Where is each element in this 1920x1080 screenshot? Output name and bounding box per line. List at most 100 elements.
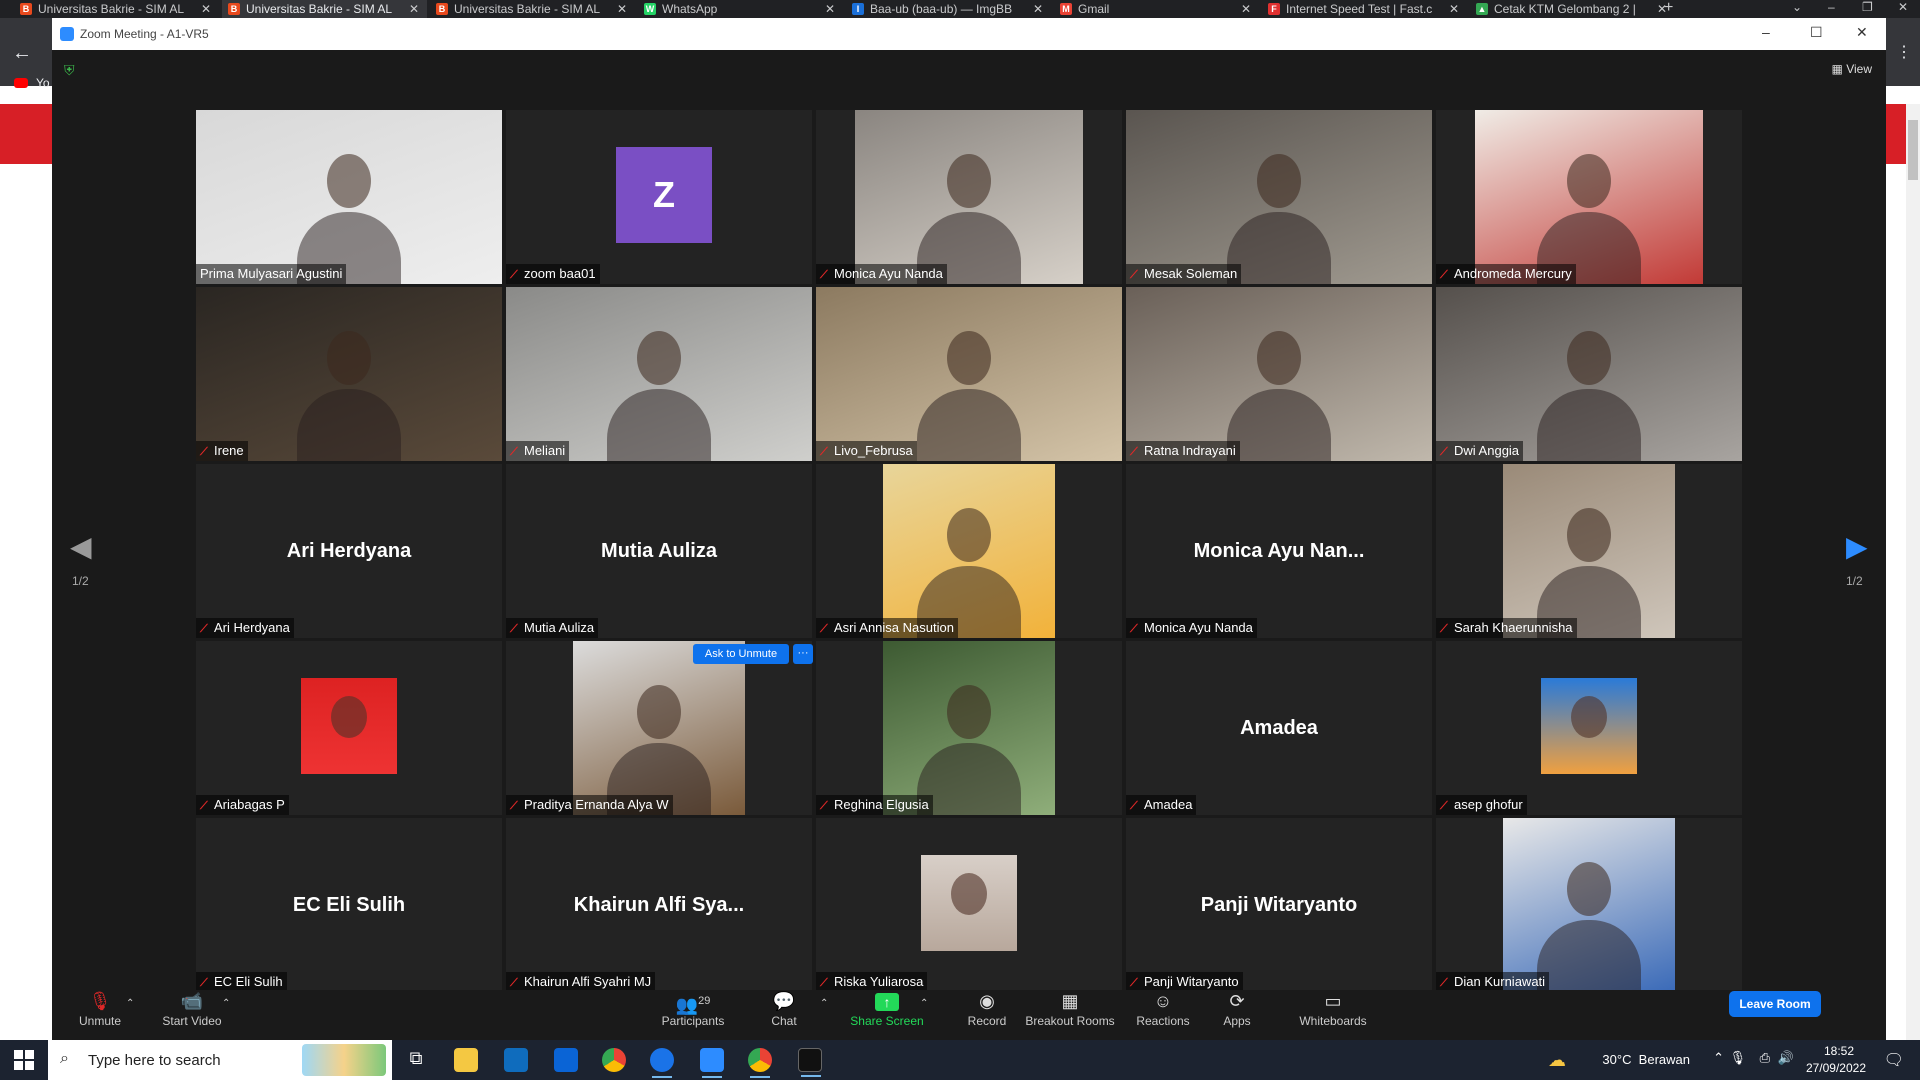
participant-tile[interactable]: ⟋ Reghina Elgusia (816, 641, 1122, 815)
mail-icon[interactable] (554, 1048, 578, 1072)
browser-tab[interactable]: B Universitas Bakrie - SIM AL ✕ (222, 0, 427, 18)
network-icon[interactable]: ⎙ (1760, 1050, 1770, 1066)
taskbar-search-box[interactable]: ⌕ Type here to search (48, 1040, 392, 1080)
participant-tile[interactable]: Ari Herdyana ⟋ Ari Herdyana (196, 464, 502, 638)
clock-time[interactable]: 18:52 (1824, 1044, 1854, 1058)
chrome-icon[interactable] (602, 1048, 626, 1072)
clock-date[interactable]: 27/09/2022 (1806, 1061, 1866, 1075)
share-screen-label: Share Screen (850, 1014, 924, 1028)
previous-page-arrow-icon[interactable]: ◀ (70, 530, 92, 563)
back-arrow-icon[interactable]: ← (12, 42, 32, 65)
participant-tile[interactable]: ⟋ asep ghofur (1436, 641, 1742, 815)
close-icon[interactable]: ✕ (1898, 0, 1908, 14)
chrome-profile-icon[interactable] (748, 1048, 772, 1078)
more-options-button[interactable]: ··· (793, 644, 813, 664)
minimize-icon[interactable]: – (1828, 0, 1835, 14)
browser-tab[interactable]: I Baa-ub (baa-ub) — ImgBB ✕ (846, 0, 1051, 18)
participant-tile[interactable]: Mutia Auliza ⟋ Mutia Auliza (506, 464, 812, 638)
record-button[interactable]: ◉ Record (952, 990, 1022, 1028)
tab-close-icon[interactable]: ✕ (617, 0, 627, 18)
participant-tile[interactable]: ⟋ Asri Annisa Nasution (816, 464, 1122, 638)
maximize-icon[interactable]: ☐ (1810, 24, 1823, 41)
file-explorer-icon[interactable] (454, 1048, 478, 1072)
zoom-taskbar-icon[interactable] (700, 1048, 724, 1078)
windows-start-icon[interactable] (14, 1050, 34, 1070)
browser-menu-icon[interactable]: ⋮ (1896, 42, 1912, 62)
participant-tile[interactable]: ⟋ Ariabagas P (196, 641, 502, 815)
chevron-down-icon[interactable]: ⌄ (1792, 0, 1802, 14)
tray-expand-icon[interactable]: ⌃ (1713, 1050, 1724, 1066)
tab-close-icon[interactable]: ✕ (1241, 0, 1251, 18)
participant-tile[interactable]: ⟋ Praditya Ernanda Alya W (506, 641, 812, 815)
weather-text[interactable]: 30°C Berawan (1602, 1052, 1690, 1067)
share-screen-button[interactable]: ↑ Share Screen (842, 990, 932, 1028)
restore-icon[interactable]: ❐ (1862, 0, 1873, 14)
minimize-icon[interactable]: – (1762, 24, 1770, 40)
teamviewer-icon[interactable] (650, 1048, 674, 1078)
participant-tile[interactable]: ⟋ Irene (196, 287, 502, 461)
participants-button[interactable]: 👥29 Participants (648, 990, 738, 1028)
microsoft-store-icon[interactable] (504, 1048, 528, 1072)
tab-close-icon[interactable]: ✕ (1033, 0, 1043, 18)
participant-tile[interactable]: ⟋ Monica Ayu Nanda (816, 110, 1122, 284)
terminal-icon[interactable] (798, 1048, 822, 1077)
participant-tile[interactable]: ⟋ Andromeda Mercury (1436, 110, 1742, 284)
participant-tile[interactable]: ⟋ Dian Kurniawati (1436, 818, 1742, 992)
whiteboards-button[interactable]: ▭ Whiteboards (1288, 990, 1378, 1028)
breakout-rooms-button[interactable]: ▦ Breakout Rooms (1018, 990, 1122, 1028)
tab-close-icon[interactable]: ✕ (825, 0, 835, 18)
tab-close-icon[interactable]: ✕ (201, 0, 211, 18)
participant-tile[interactable]: ⟋ Riska Yuliarosa (816, 818, 1122, 992)
page-scrollbar-thumb[interactable] (1908, 120, 1918, 180)
participant-tile[interactable]: EC Eli Sulih ⟋ EC Eli Sulih (196, 818, 502, 992)
participant-tile[interactable]: ⟋ Mesak Soleman (1126, 110, 1432, 284)
participant-tile[interactable]: ⟋ Dwi Anggia (1436, 287, 1742, 461)
page-scrollbar[interactable] (1906, 104, 1920, 1040)
notification-icon[interactable]: 🗨 (1884, 1050, 1904, 1070)
video-options-caret[interactable]: ⌃ (222, 998, 230, 1009)
participant-tile[interactable]: Amadea ⟋ Amadea (1126, 641, 1432, 815)
tab-close-icon[interactable]: ✕ (409, 0, 419, 18)
browser-tab[interactable]: B Universitas Bakrie - SIM AL ✕ (430, 0, 635, 18)
next-page-arrow-icon[interactable]: ▶ (1846, 530, 1868, 563)
browser-tab[interactable]: B Universitas Bakrie - SIM AL ✕ (14, 0, 219, 18)
encryption-shield-icon[interactable]: ⛨ (64, 62, 78, 78)
new-tab-button[interactable]: + (1664, 0, 1673, 16)
chat-options-caret[interactable]: ⌃ (820, 998, 828, 1009)
tab-favicon-icon: F (1268, 3, 1280, 15)
bookmark-label[interactable]: Yo (36, 76, 50, 90)
browser-tab[interactable]: ▲ Cetak KTM Gelombang 2 | ✕ (1470, 0, 1675, 18)
participant-tile[interactable]: Panji Witaryanto ⟋ Panji Witaryanto (1126, 818, 1432, 992)
start-video-button[interactable]: 📹 Start Video (154, 990, 230, 1028)
participant-tile[interactable]: ⟋ Meliani (506, 287, 812, 461)
share-screen-icon: ↑ (842, 990, 932, 1012)
tab-close-icon[interactable]: ✕ (1449, 0, 1459, 18)
unmute-button[interactable]: 🎙 Unmute (72, 990, 128, 1028)
volume-icon[interactable]: 🔊 (1778, 1050, 1794, 1066)
view-button[interactable]: ▦ View (1832, 62, 1872, 76)
apps-button[interactable]: ⟳ Apps (1212, 990, 1262, 1028)
participant-tile[interactable]: ⟋ Sarah Khaerunnisha (1436, 464, 1742, 638)
browser-tab[interactable]: M Gmail ✕ (1054, 0, 1259, 18)
unmute-options-caret[interactable]: ⌃ (126, 998, 134, 1009)
participant-tile[interactable]: Monica Ayu Nan... ⟋ Monica Ayu Nanda (1126, 464, 1432, 638)
ask-to-unmute-button[interactable]: Ask to Unmute (693, 644, 789, 664)
chat-button[interactable]: 💬 Chat (760, 990, 808, 1028)
participant-tile[interactable]: Khairun Alfi Sya... ⟋ Khairun Alfi Syahri … (506, 818, 812, 992)
microphone-icon[interactable]: 🎙 (1729, 1050, 1746, 1066)
weather-icon[interactable]: ☁ (1548, 1050, 1566, 1071)
participant-tile[interactable]: Z ⟋ zoom baa01 (506, 110, 812, 284)
participant-tile[interactable]: ⟋ Ratna Indrayani (1126, 287, 1432, 461)
browser-tab[interactable]: W WhatsApp ✕ (638, 0, 843, 18)
task-view-icon[interactable]: ⧉ (404, 1048, 428, 1072)
close-icon[interactable]: ✕ (1856, 24, 1868, 41)
share-options-caret[interactable]: ⌃ (920, 998, 928, 1009)
leave-room-button[interactable]: Leave Room (1729, 991, 1821, 1017)
participant-tile[interactable]: Prima Mulyasari Agustini (196, 110, 502, 284)
reactions-button[interactable]: ☺ Reactions (1128, 990, 1198, 1028)
youtube-icon[interactable] (14, 78, 28, 88)
browser-tab[interactable]: F Internet Speed Test | Fast.c ✕ (1262, 0, 1467, 18)
participant-tile[interactable]: ⟋ Livo_Februsa (816, 287, 1122, 461)
browser-window-controls[interactable]: ⌄ – ❐ ✕ (1770, 0, 1920, 18)
tab-label: Cetak KTM Gelombang 2 | (1494, 2, 1636, 16)
